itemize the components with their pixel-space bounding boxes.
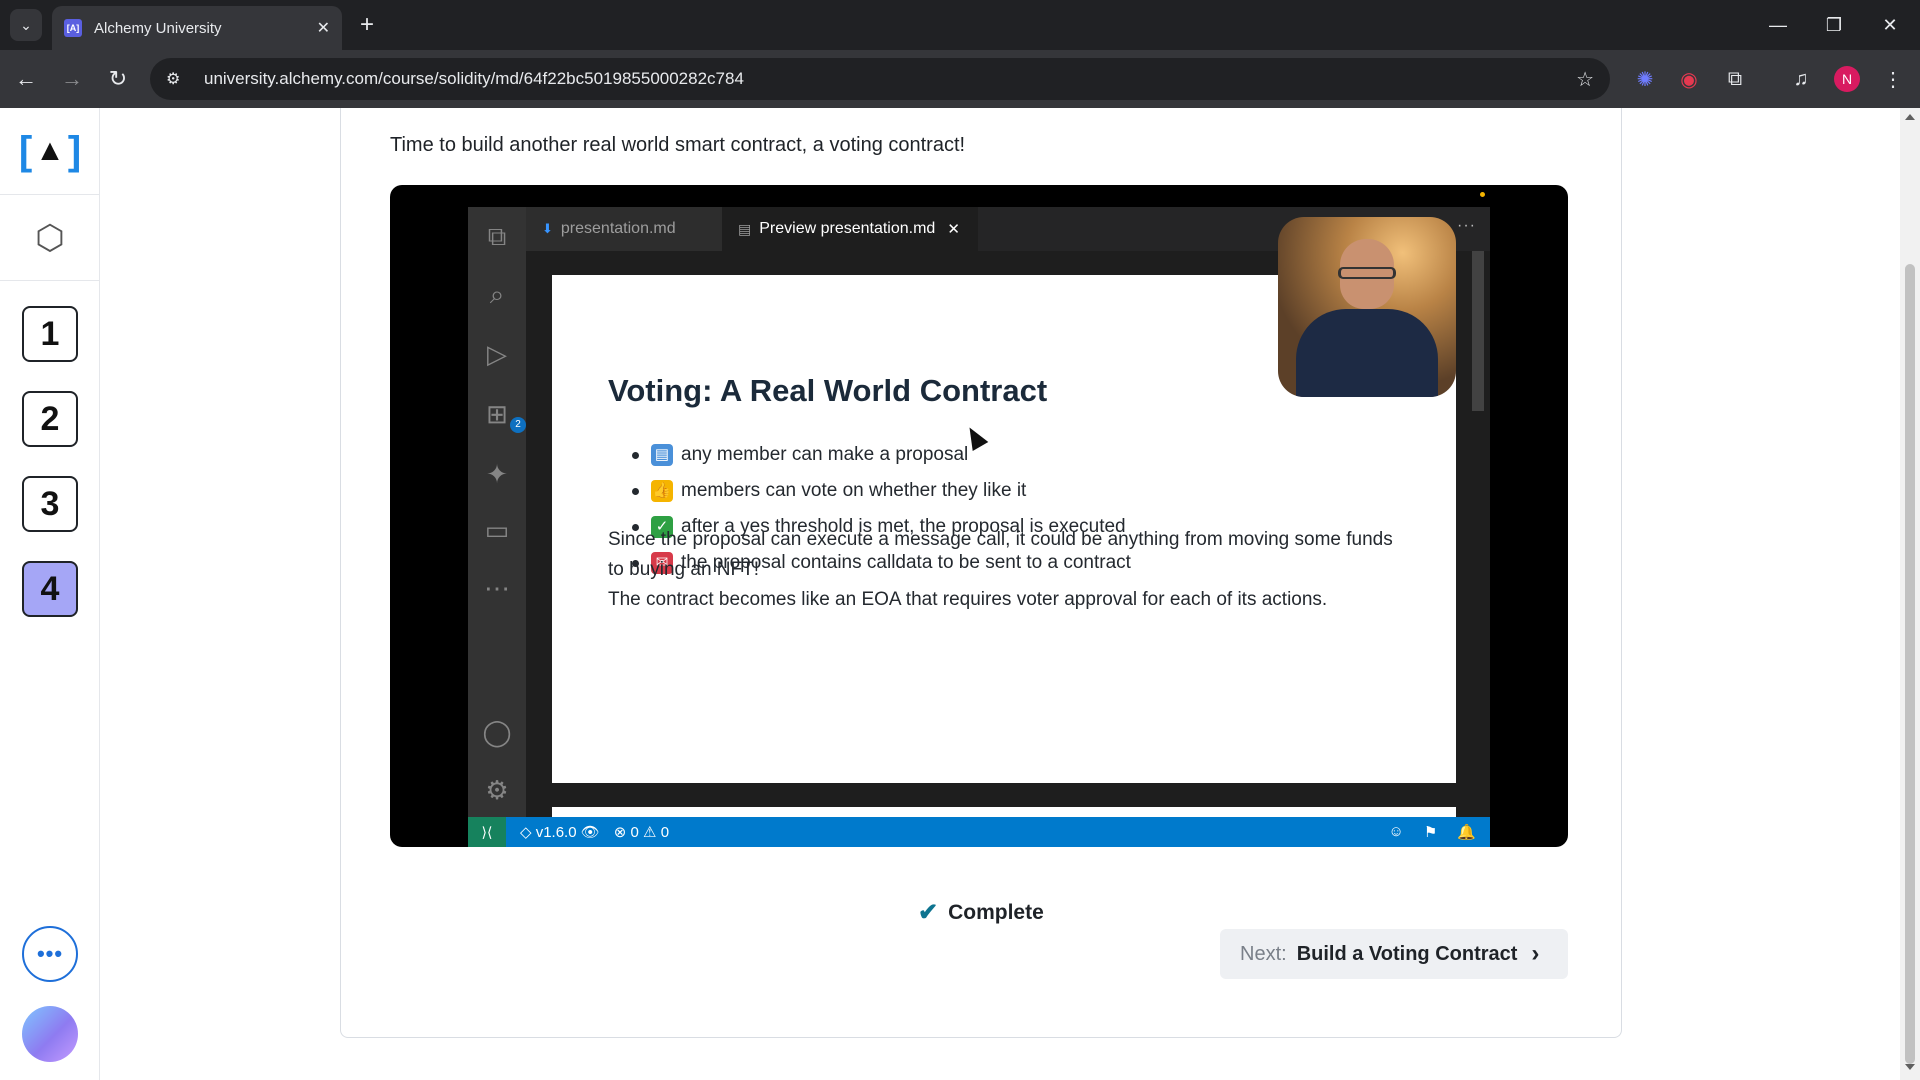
run-debug-icon: ▷ xyxy=(487,339,507,369)
extensions-icon: ⊞ 2 xyxy=(480,397,526,433)
ethereum-hex-icon[interactable]: ⬡ xyxy=(32,216,68,260)
scroll-up-arrow-icon[interactable] xyxy=(1905,114,1915,120)
extensions-badge: 2 xyxy=(510,417,526,433)
extension-icon[interactable]: ✺ xyxy=(1628,62,1662,96)
version-indicator: ◇ v1.6.0 👁 xyxy=(520,823,600,842)
module-1-button[interactable]: 1 xyxy=(22,306,78,362)
next-lesson-button[interactable]: Next: Build a Voting Contract › xyxy=(1220,929,1568,979)
editor-screen-capture: ⧉ ⌕ ▷ ⊞ 2 ✦ ▭ ⋯ ◯ ⚙ ⬇ presentation.md ▤ xyxy=(468,207,1490,847)
list-item: 👍 members can vote on whether they like i… xyxy=(632,473,1131,509)
inbox-tray-icon: ▤ xyxy=(651,444,673,466)
search-icon: ⌕ xyxy=(489,279,505,309)
tab-close-icon: ✕ xyxy=(947,221,960,238)
check-icon: ✔ xyxy=(918,899,939,926)
notifications-bell-icon: 🔔 xyxy=(1457,824,1476,841)
recording-indicator xyxy=(1480,192,1485,197)
extensions-puzzle-icon[interactable]: ⧉ xyxy=(1718,62,1752,96)
account-icon: ◯ xyxy=(482,717,512,747)
feedback-icon: ⚑ xyxy=(1423,824,1438,841)
problems-indicator: ⊗ 0 ⚠ 0 xyxy=(613,823,670,842)
browser-tab-strip: ⌄ [A] Alchemy University ✕ + — ❐ ✕ xyxy=(0,0,1920,50)
next-prefix: Next: xyxy=(1240,942,1287,965)
next-lesson-title: Build a Voting Contract xyxy=(1296,942,1518,965)
bullet-text: members can vote on whether they like it xyxy=(681,480,1027,501)
editor-scrollbar xyxy=(1472,251,1484,411)
activity-bar: ⧉ ⌕ ▷ ⊞ 2 ✦ ▭ ⋯ ◯ ⚙ xyxy=(468,207,526,817)
profile-initial: N xyxy=(1834,66,1860,92)
copilot-icon: ☺ xyxy=(1388,823,1404,840)
hardhat-icon: ✦ xyxy=(486,459,508,489)
scrollbar-thumb[interactable] xyxy=(1905,264,1915,1064)
alchemy-favicon-icon: [A] xyxy=(64,19,82,37)
media-control-icon[interactable]: ♫ xyxy=(1784,62,1818,96)
preview-icon: ▤ xyxy=(738,220,752,237)
lesson-intro-text: Time to build another real world smart c… xyxy=(390,134,966,156)
presenter-webcam xyxy=(1278,217,1456,397)
presenter-shirt xyxy=(1296,309,1438,397)
address-bar[interactable]: ⚙ university.alchemy.com/course/solidity… xyxy=(150,58,1610,100)
editor-tab-label: presentation.md xyxy=(560,220,676,237)
minimize-button[interactable]: — xyxy=(1750,0,1806,50)
editor-more-actions-icon: ··· xyxy=(1457,217,1476,234)
editor-tab-presentation: ⬇ presentation.md xyxy=(526,207,722,251)
settings-gear-icon: ⚙ xyxy=(485,775,509,805)
bullet-text: any member can make a proposal xyxy=(681,444,969,465)
sidebar-divider xyxy=(0,280,100,281)
module-2-button[interactable]: 2 xyxy=(22,391,78,447)
more-options-button[interactable]: ••• xyxy=(22,926,78,982)
scroll-down-arrow-icon[interactable] xyxy=(1905,1064,1915,1070)
status-bar-right: ☺ ⚑ 🔔 xyxy=(1389,823,1476,841)
markdown-preview-next xyxy=(552,807,1456,817)
browser-menu-icon[interactable]: ⋮ xyxy=(1876,62,1910,96)
course-sidebar: [▲] ⬡ 1 2 3 4 ••• xyxy=(0,108,100,1080)
editor-status-bar: ⟩⟨ ◇ v1.6.0 👁 ⊗ 0 ⚠ 0 ☺ ⚑ 🔔 xyxy=(468,817,1490,847)
browser-toolbar: ← → ↻ ⚙ university.alchemy.com/course/so… xyxy=(0,50,1920,108)
slide-title: Voting: A Real World Contract xyxy=(608,373,1048,408)
thumbs-up-icon: 👍 xyxy=(651,480,673,502)
forward-button[interactable]: → xyxy=(52,59,92,99)
new-tab-button[interactable]: + xyxy=(352,10,382,40)
markdown-file-icon: ⬇ xyxy=(542,221,553,236)
user-avatar[interactable] xyxy=(22,1006,78,1062)
module-4-button[interactable]: 4 xyxy=(22,561,78,617)
page-scrollbar[interactable] xyxy=(1900,108,1920,1080)
profile-avatar[interactable]: N xyxy=(1830,62,1864,96)
browser-tab[interactable]: [A] Alchemy University ✕ xyxy=(52,6,342,50)
module-3-button[interactable]: 3 xyxy=(22,476,78,532)
slide-paragraph: The contract becomes like an EOA that re… xyxy=(608,589,1328,610)
complete-label: Complete xyxy=(948,900,1044,924)
list-item: ▤ any member can make a proposal xyxy=(632,437,1131,473)
restore-button[interactable]: ❐ xyxy=(1806,0,1862,50)
reload-button[interactable]: ↻ xyxy=(98,59,138,99)
tab-title: Alchemy University xyxy=(94,19,222,37)
sidebar-divider xyxy=(0,194,100,195)
editor-tab-preview: ▤ Preview presentation.md ✕ xyxy=(722,207,978,251)
recorder-extension-icon[interactable]: ◉ xyxy=(1672,62,1706,96)
window-icon: ▭ xyxy=(484,515,510,545)
bookmark-star-icon[interactable]: ☆ xyxy=(1576,67,1594,92)
editor-tab-label: Preview presentation.md xyxy=(759,220,936,237)
more-icon: ⋯ xyxy=(484,573,510,603)
chevron-right-icon: › xyxy=(1531,940,1540,967)
explorer-icon: ⧉ xyxy=(487,221,507,251)
tab-search-button[interactable]: ⌄ xyxy=(10,9,42,41)
slide-paragraph: Since the proposal can execute a message… xyxy=(608,529,1393,580)
tab-close-icon[interactable]: ✕ xyxy=(317,18,330,38)
url-text[interactable]: university.alchemy.com/course/solidity/m… xyxy=(204,69,744,89)
lesson-content: Time to build another real world smart c… xyxy=(100,108,1900,1080)
presenter-glasses xyxy=(1338,267,1396,279)
back-button[interactable]: ← xyxy=(6,59,46,99)
complete-status[interactable]: ✔ Complete xyxy=(918,898,1044,927)
site-info-icon[interactable]: ⚙ xyxy=(166,69,190,89)
close-window-button[interactable]: ✕ xyxy=(1862,0,1918,50)
alchemy-logo-icon[interactable]: [▲] xyxy=(19,128,81,174)
remote-icon: ⟩⟨ xyxy=(468,817,506,847)
video-player[interactable]: ⧉ ⌕ ▷ ⊞ 2 ✦ ▭ ⋯ ◯ ⚙ ⬇ presentation.md ▤ xyxy=(390,185,1568,847)
